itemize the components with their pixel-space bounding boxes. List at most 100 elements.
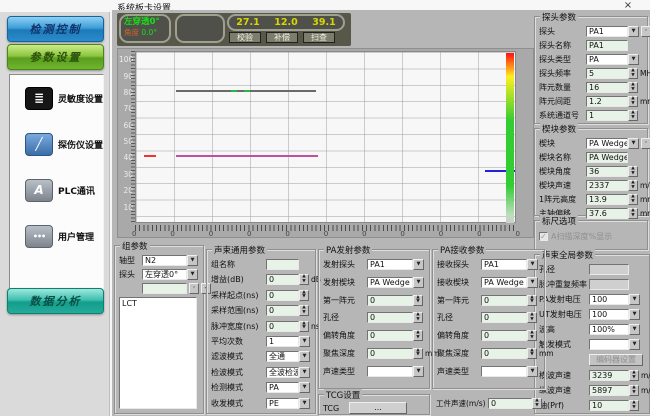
- spinner-buttons[interactable]: ▲▼: [628, 166, 638, 177]
- add-button[interactable]: ·: [641, 138, 650, 149]
- spinner-buttons[interactable]: ▲▼: [628, 194, 638, 205]
- text-input[interactable]: 0: [367, 312, 413, 323]
- text-input[interactable]: PA1: [586, 40, 628, 51]
- text-input[interactable]: 1.2: [586, 96, 628, 107]
- spinner-buttons[interactable]: ▲▼: [527, 295, 537, 306]
- text-input[interactable]: 5897: [589, 385, 629, 396]
- spinner-buttons[interactable]: ▲▼: [629, 370, 639, 381]
- combobox-value[interactable]: PE: [266, 398, 299, 409]
- text-input[interactable]: 0: [481, 348, 527, 359]
- list-item[interactable]: LCT: [122, 299, 194, 308]
- spin-down-icon[interactable]: ▼: [300, 280, 308, 285]
- spinner-buttons[interactable]: ▲▼: [629, 400, 639, 411]
- spin-down-icon[interactable]: ▼: [630, 406, 638, 411]
- dropdown-arrow-icon[interactable]: ▼: [413, 259, 424, 270]
- spin-down-icon[interactable]: ▼: [629, 200, 637, 205]
- text-input[interactable]: PA Wedge: [586, 152, 628, 163]
- spinner-buttons[interactable]: ▲▼: [413, 348, 423, 359]
- toolbar-button[interactable]: 补偿: [266, 32, 298, 43]
- combobox-value[interactable]: PA1: [586, 26, 628, 37]
- combobox-value[interactable]: 全通: [266, 351, 299, 362]
- spinner-buttons[interactable]: ▲▼: [299, 321, 309, 332]
- text-input[interactable]: [589, 264, 629, 275]
- text-input[interactable]: 10: [589, 400, 629, 411]
- spin-down-icon[interactable]: ▼: [300, 326, 308, 331]
- text-input[interactable]: [589, 279, 629, 290]
- dropdown-arrow-icon[interactable]: ▼: [628, 26, 639, 37]
- text-input[interactable]: 5: [586, 68, 628, 79]
- combobox-value[interactable]: [367, 366, 413, 377]
- sidebar-item-flaw-detector[interactable]: ╱探伤仪设置: [10, 121, 103, 167]
- sidebar-item-sensitivity[interactable]: ≣灵敏度设置: [10, 75, 103, 121]
- dropdown-arrow-icon[interactable]: ▼: [629, 339, 640, 350]
- text-input[interactable]: [266, 259, 299, 270]
- panel-button[interactable]: 编码器设置: [589, 354, 643, 366]
- text-input[interactable]: 0: [266, 274, 299, 285]
- text-input[interactable]: 16: [586, 82, 628, 93]
- text-input[interactable]: 2337: [586, 180, 628, 191]
- text-input[interactable]: 0: [367, 348, 413, 359]
- combobox-value[interactable]: [589, 339, 629, 350]
- spin-down-icon[interactable]: ▼: [414, 336, 422, 341]
- dropdown-arrow-icon[interactable]: ▼: [299, 367, 310, 378]
- spin-down-icon[interactable]: ▼: [528, 318, 536, 323]
- text-input[interactable]: 0: [266, 290, 299, 301]
- spin-down-icon[interactable]: ▼: [630, 391, 638, 396]
- spin-down-icon[interactable]: ▼: [528, 300, 536, 305]
- spin-down-icon[interactable]: ▼: [414, 300, 422, 305]
- combobox-value[interactable]: [481, 366, 527, 377]
- spin-down-icon[interactable]: ▼: [629, 172, 637, 177]
- spinner-buttons[interactable]: ▲▼: [628, 180, 638, 191]
- spinner-buttons[interactable]: ▲▼: [413, 330, 423, 341]
- spinner-buttons[interactable]: ▲▼: [299, 290, 309, 301]
- spinner-buttons[interactable]: ▲▼: [527, 348, 537, 359]
- dropdown-arrow-icon[interactable]: ▼: [413, 277, 424, 288]
- spinner-buttons[interactable]: ▲▼: [628, 82, 638, 93]
- combobox-value[interactable]: PA1: [481, 259, 527, 270]
- toolbar-button[interactable]: 校验: [229, 32, 261, 43]
- spin-down-icon[interactable]: ▼: [629, 88, 637, 93]
- combobox-value[interactable]: PA: [266, 382, 299, 393]
- add-button[interactable]: ·: [189, 283, 199, 294]
- dropdown-arrow-icon[interactable]: ▼: [629, 294, 640, 305]
- combobox-value[interactable]: PA Wedge: [586, 138, 628, 149]
- checkbox[interactable]: ✓: [539, 232, 548, 241]
- ascan-plot-area[interactable]: [135, 51, 516, 223]
- combobox-value[interactable]: 左穿透0°: [142, 269, 187, 280]
- spinner-buttons[interactable]: ▲▼: [299, 274, 309, 285]
- spinner-buttons[interactable]: ▲▼: [527, 330, 537, 341]
- dropdown-arrow-icon[interactable]: ▼: [629, 309, 640, 320]
- add-button[interactable]: ·: [641, 26, 650, 37]
- spinner-buttons[interactable]: ▲▼: [299, 305, 309, 316]
- dropdown-arrow-icon[interactable]: ▼: [527, 277, 538, 288]
- dropdown-arrow-icon[interactable]: ▼: [299, 351, 310, 362]
- spinner-buttons[interactable]: ▲▼: [628, 110, 638, 121]
- spin-down-icon[interactable]: ▼: [528, 336, 536, 341]
- combobox-value[interactable]: 100: [589, 309, 629, 320]
- combobox-value[interactable]: PA Wedge: [367, 277, 413, 288]
- sidebar-button-detection-control[interactable]: 检测控制: [7, 16, 104, 42]
- text-input[interactable]: 0: [367, 330, 413, 341]
- panel-button[interactable]: ...: [349, 402, 407, 414]
- spinner-buttons[interactable]: ▲▼: [413, 312, 423, 323]
- dropdown-arrow-icon[interactable]: ▼: [527, 366, 538, 377]
- text-input[interactable]: [142, 283, 187, 294]
- text-input[interactable]: 0: [266, 321, 299, 332]
- sidebar-button-data-analysis[interactable]: 数据分析: [7, 288, 104, 314]
- combobox-value[interactable]: 全波检波: [266, 367, 299, 378]
- spin-down-icon[interactable]: ▼: [414, 353, 422, 358]
- dropdown-arrow-icon[interactable]: ▼: [628, 54, 639, 65]
- text-input[interactable]: 37.6: [586, 208, 628, 219]
- spin-down-icon[interactable]: ▼: [629, 186, 637, 191]
- dropdown-arrow-icon[interactable]: ▼: [413, 366, 424, 377]
- group-listbox[interactable]: LCT: [119, 297, 197, 409]
- spinner-buttons[interactable]: ▲▼: [532, 398, 542, 409]
- dropdown-arrow-icon[interactable]: ▼: [299, 336, 310, 347]
- spinner-buttons[interactable]: ▲▼: [628, 96, 638, 107]
- spin-down-icon[interactable]: ▼: [414, 318, 422, 323]
- text-input[interactable]: 0: [481, 312, 527, 323]
- spin-down-icon[interactable]: ▼: [629, 116, 637, 121]
- combobox-value[interactable]: N2: [142, 255, 187, 266]
- dropdown-arrow-icon[interactable]: ▼: [629, 324, 640, 335]
- spinner-buttons[interactable]: ▲▼: [629, 385, 639, 396]
